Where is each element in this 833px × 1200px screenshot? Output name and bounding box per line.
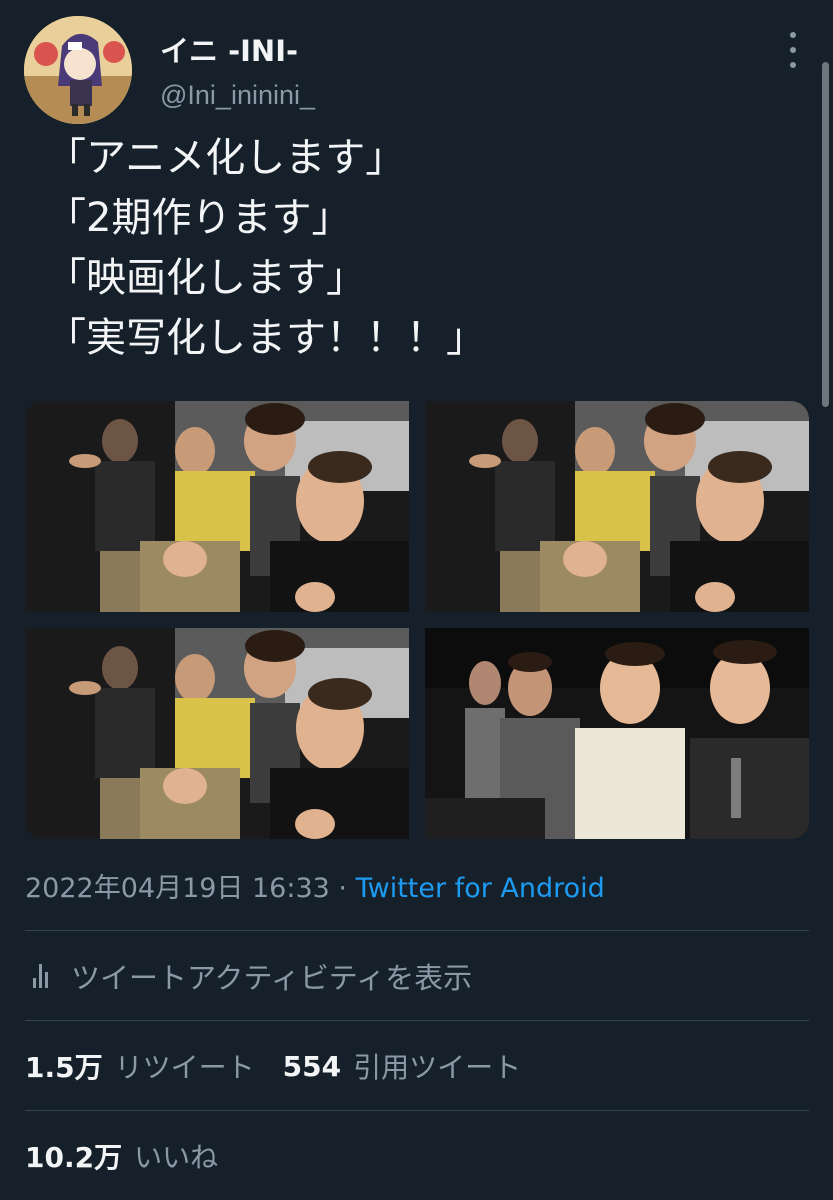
media-photo-3[interactable] xyxy=(25,628,409,839)
quotes-label: 引用ツイート xyxy=(353,1051,522,1084)
meta-separator: · xyxy=(338,873,348,904)
quotes-count: 554 xyxy=(282,1049,342,1083)
tweet-meta: 2022年04月19日 16:33 · Twitter for Android xyxy=(25,866,605,905)
divider xyxy=(25,930,809,931)
source-link[interactable]: Twitter for Android xyxy=(356,873,605,904)
likes-stats: 10.2万 いいね xyxy=(25,1136,246,1176)
photo-excited xyxy=(425,401,809,612)
tweet-line: 「2期作ります」 xyxy=(46,195,352,241)
tweet-activity-button[interactable]: ツイートアクティビティを表示 xyxy=(25,954,472,998)
timestamp[interactable]: 2022年04月19日 16:33 xyxy=(25,873,330,904)
likes-link[interactable]: 10.2万 いいね xyxy=(25,1136,246,1176)
photo-excited xyxy=(25,401,409,612)
likes-label: いいね xyxy=(134,1141,219,1174)
likes-count: 10.2万 xyxy=(25,1141,123,1174)
avatar-icon xyxy=(24,16,132,124)
retweets-link[interactable]: 1.5万 リツイート xyxy=(25,1046,283,1086)
activity-label: ツイートアクティビティを表示 xyxy=(71,961,473,995)
tweet-line: 「映画化します」 xyxy=(46,255,366,301)
engagement-stats: 1.5万 リツイート 554 引用ツイート xyxy=(25,1046,549,1086)
media-grid xyxy=(25,401,809,841)
media-photo-2[interactable] xyxy=(425,401,809,612)
retweets-label: リツイート xyxy=(114,1051,255,1084)
media-photo-1[interactable] xyxy=(25,401,409,612)
divider xyxy=(25,1110,809,1111)
user-handle[interactable]: @Ini_ininini_ xyxy=(160,80,315,111)
avatar[interactable] xyxy=(24,16,132,124)
tweet-line: 「実写化します！！！」 xyxy=(46,315,486,361)
divider xyxy=(25,1020,809,1021)
retweets-count: 1.5万 xyxy=(25,1051,103,1084)
media-photo-4[interactable] xyxy=(425,628,809,839)
tweet-line: 「アニメ化します」 xyxy=(46,135,406,181)
scrollbar[interactable] xyxy=(822,62,829,407)
analytics-icon xyxy=(33,964,53,988)
more-vertical-icon[interactable] xyxy=(781,32,805,68)
photo-calm xyxy=(425,628,809,839)
display-name[interactable]: イニ -INI- xyxy=(160,28,298,70)
tweet-text: 「アニメ化します」 「2期作ります」 「映画化します」 「実写化します！！！」 xyxy=(46,128,486,368)
quotes-link[interactable]: 554 引用ツイート xyxy=(283,1046,549,1086)
photo-excited xyxy=(25,628,409,839)
tweet-detail-page: イニ -INI- @Ini_ininini_ 「アニメ化します」 「2期作ります… xyxy=(0,0,833,1200)
